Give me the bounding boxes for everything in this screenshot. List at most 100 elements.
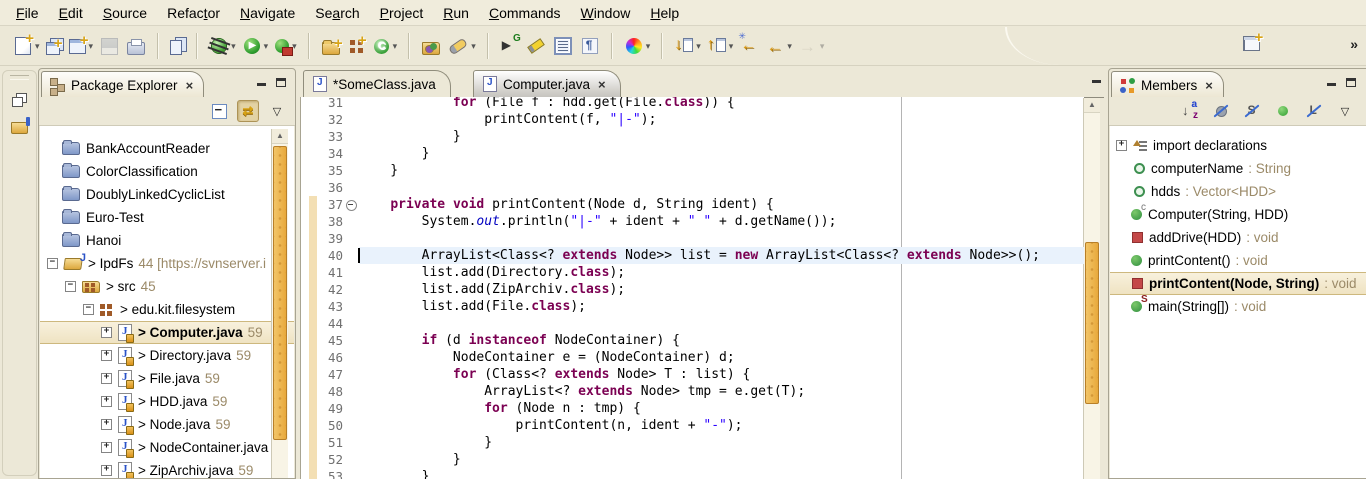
code-line-33[interactable]: 33 } <box>301 128 1084 145</box>
last-edit-location-button[interactable] <box>736 33 762 59</box>
menu-project[interactable]: Project <box>370 2 434 24</box>
menu-window[interactable]: Window <box>571 2 641 24</box>
run-button[interactable]: ▾ <box>239 33 272 59</box>
dropdown-chevron-icon[interactable]: ▾ <box>393 41 398 52</box>
collapse-icon[interactable]: − <box>65 281 76 292</box>
previous-annotation-button[interactable]: ▾ <box>704 33 737 59</box>
code-line-35[interactable]: 35 } <box>301 162 1084 179</box>
code-line-46[interactable]: 46 NodeContainer e = (NodeContainer) d; <box>301 349 1084 366</box>
code-line-34[interactable]: 34 } <box>301 145 1084 162</box>
close-icon[interactable]: × <box>1205 78 1213 93</box>
code-line-49[interactable]: 49 for (Node n : tmp) { <box>301 400 1084 417</box>
minimize-button[interactable] <box>1325 76 1338 87</box>
tree-item[interactable]: −> edu.kit.filesystem <box>40 298 294 321</box>
scroll-up-arrow[interactable]: ▲ <box>1084 98 1100 113</box>
members-tab[interactable]: Members × <box>1111 71 1224 98</box>
back-button[interactable]: ▾ <box>762 33 795 59</box>
expand-icon[interactable]: + <box>101 419 112 430</box>
new-class-button[interactable]: ▾ <box>369 34 401 59</box>
member-item[interactable]: printContent(): void <box>1110 249 1366 272</box>
menu-refactor[interactable]: Refactor <box>157 2 230 24</box>
maximize-button[interactable] <box>274 76 287 87</box>
coverage-button[interactable] <box>497 33 523 59</box>
color-palette-button[interactable]: ▾ <box>621 33 654 59</box>
tree-item[interactable]: BankAccountReader <box>40 137 294 160</box>
code-line-43[interactable]: 43 list.add(File.class); <box>301 298 1084 315</box>
print-button[interactable] <box>123 34 149 58</box>
tree-item[interactable]: +> Node.java59 <box>40 413 294 436</box>
editor-scrollbar[interactable]: ▲ <box>1083 98 1100 479</box>
expand-icon[interactable]: + <box>101 465 112 476</box>
tree-item[interactable]: +> HDD.java59 <box>40 390 294 413</box>
code-line-44[interactable]: 44 <box>301 315 1084 332</box>
dropdown-chevron-icon[interactable]: ▾ <box>89 41 94 52</box>
dropdown-chevron-icon[interactable]: ▾ <box>696 41 701 52</box>
menu-file[interactable]: File <box>6 2 49 24</box>
dropdown-chevron-icon[interactable]: ▾ <box>471 41 476 52</box>
editor-tab-someclassjava[interactable]: *SomeClass.java <box>303 70 451 97</box>
java-browsing-button[interactable] <box>8 116 32 140</box>
dropdown-chevron-icon[interactable]: ▾ <box>820 41 825 52</box>
tree-item[interactable]: +> NodeContainer.java59 <box>40 436 294 459</box>
hide-static-members-button[interactable] <box>1242 101 1262 121</box>
code-line-38[interactable]: 38 System.out.println("|-" + ident + " "… <box>301 213 1084 230</box>
collapse-all-button[interactable] <box>209 101 229 121</box>
code-line-53[interactable]: 53 } <box>301 468 1084 479</box>
code-lines[interactable]: 31 for (File f : hdd.get(File.class)) {3… <box>301 97 1084 479</box>
collapse-icon[interactable]: − <box>83 304 94 315</box>
code-line-47[interactable]: 47 for (Class<? extends Node> T : list) … <box>301 366 1084 383</box>
debug-button[interactable]: ▾ <box>206 33 239 59</box>
dropdown-chevron-icon[interactable]: ▾ <box>264 41 269 52</box>
fold-collapse-icon[interactable] <box>346 200 357 211</box>
show-whitespace-button[interactable] <box>577 33 603 59</box>
code-line-39[interactable]: 39 <box>301 230 1084 247</box>
tree-item[interactable]: +> File.java59 <box>40 367 294 390</box>
fast-view-handle[interactable] <box>10 75 29 80</box>
highlighter-button[interactable] <box>523 32 549 60</box>
new-package-button[interactable] <box>344 34 369 59</box>
link-with-editor-button[interactable]: ⇄ <box>237 100 259 122</box>
dropdown-chevron-icon[interactable]: ▾ <box>231 41 236 52</box>
editor-tab-computerjava[interactable]: Computer.java× <box>473 70 621 97</box>
menu-help[interactable]: Help <box>640 2 689 24</box>
member-item[interactable]: cComputer(String, HDD) <box>1110 203 1366 226</box>
tree-item[interactable]: −> IpdFs44 [https://svnserver.i <box>40 252 294 275</box>
tree-item[interactable]: +> Directory.java59 <box>40 344 294 367</box>
menu-source[interactable]: Source <box>93 2 157 24</box>
view-menu-button[interactable]: ▽ <box>267 101 287 121</box>
expand-icon[interactable]: + <box>101 396 112 407</box>
expand-icon[interactable]: + <box>101 442 112 453</box>
menu-edit[interactable]: Edit <box>49 2 93 24</box>
open-perspective-button[interactable] <box>1239 30 1264 57</box>
member-item[interactable]: Smain(String[]): void <box>1110 295 1366 318</box>
code-line-42[interactable]: 42 list.add(ZipArchiv.class); <box>301 281 1084 298</box>
next-annotation-button[interactable]: ▾ <box>671 33 704 59</box>
mark-occurrences-button[interactable] <box>549 32 577 60</box>
member-item[interactable]: addDrive(HDD): void <box>1110 226 1366 249</box>
code-line-40[interactable]: 40 ArrayList<Class<? extends Node>> list… <box>301 247 1084 264</box>
code-line-36[interactable]: 36 <box>301 179 1084 196</box>
member-item[interactable]: hdds: Vector<HDD> <box>1110 180 1366 203</box>
expand-icon[interactable]: + <box>101 373 112 384</box>
sort-alphabetically-button[interactable]: z <box>1180 101 1200 121</box>
new-view-button[interactable]: ▾ <box>65 33 97 60</box>
code-line-45[interactable]: 45 if (d instanceof NodeContainer) { <box>301 332 1084 349</box>
tree-item[interactable]: +> Computer.java59 <box>40 321 294 344</box>
dropdown-chevron-icon[interactable]: ▾ <box>729 41 734 52</box>
dropdown-chevron-icon[interactable]: ▾ <box>787 41 792 52</box>
run-external-button[interactable]: ▾ <box>271 35 300 57</box>
tree-item[interactable]: DoublyLinkedCyclicList <box>40 183 294 206</box>
package-explorer-scrollbar[interactable]: ▲ <box>271 129 288 478</box>
close-icon[interactable]: × <box>186 78 194 93</box>
package-explorer-tab[interactable]: Package Explorer × <box>41 71 204 98</box>
maximize-button[interactable] <box>1344 76 1357 87</box>
new-java-project-button[interactable] <box>318 34 344 58</box>
code-line-37[interactable]: 37 private void printContent(Node d, Str… <box>301 196 1084 213</box>
dropdown-chevron-icon[interactable]: ▾ <box>646 41 651 52</box>
toolbar-overflow-chevron[interactable]: » <box>1350 36 1356 52</box>
view-menu-button[interactable]: ▽ <box>1335 101 1355 121</box>
code-line-32[interactable]: 32 printContent(f, "|-"); <box>301 111 1084 128</box>
menu-search[interactable]: Search <box>305 2 369 24</box>
search-button[interactable]: ▾ <box>444 33 479 60</box>
menu-commands[interactable]: Commands <box>479 2 571 24</box>
